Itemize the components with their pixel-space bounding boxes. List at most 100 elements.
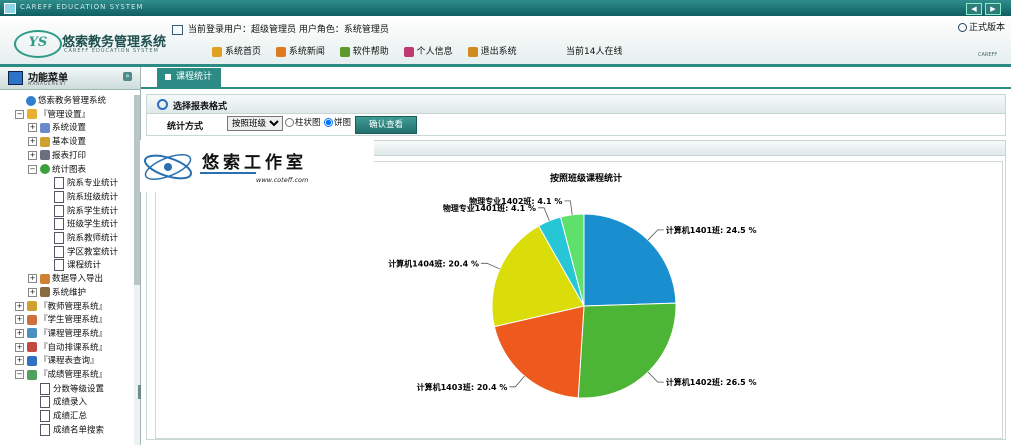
collapse-node-icon[interactable]: − bbox=[15, 109, 24, 119]
expand-icon[interactable]: + bbox=[15, 356, 24, 366]
document-icon bbox=[54, 177, 64, 190]
nav-profile[interactable]: 个人信息 bbox=[403, 46, 453, 57]
menu-item[interactable]: + 报表打印 bbox=[28, 150, 86, 163]
expand-icon[interactable]: + bbox=[28, 137, 37, 147]
expand-icon[interactable]: + bbox=[28, 287, 37, 297]
expand-icon[interactable]: + bbox=[15, 328, 24, 338]
leader-line bbox=[647, 229, 664, 241]
menu-item[interactable]: + 数据导入导出 bbox=[28, 273, 103, 286]
menu-item[interactable]: 班级学生统计 bbox=[54, 218, 118, 231]
menu-item[interactable]: 分数等级设置 bbox=[40, 382, 104, 396]
menu-item[interactable]: + 『自动排课系统』 bbox=[15, 342, 107, 355]
menu-item[interactable]: 院系学生统计 bbox=[54, 204, 119, 218]
menu-item[interactable]: 院系教师统计 bbox=[54, 232, 118, 245]
menu-item-label: 成绩名单搜索 bbox=[53, 425, 105, 436]
leader-line bbox=[564, 200, 573, 215]
menu-item[interactable]: 院系专业统计 bbox=[54, 177, 118, 190]
menu-item[interactable]: 院系班级统计 bbox=[54, 190, 118, 204]
document-icon bbox=[40, 410, 50, 423]
menu-item-label: 『管理设置』 bbox=[39, 109, 91, 120]
expand-icon[interactable]: + bbox=[15, 315, 24, 325]
document-icon bbox=[54, 190, 64, 203]
menu-item[interactable]: 学区教室统计 bbox=[54, 245, 118, 259]
radio-bar-chart[interactable]: 柱状图 bbox=[285, 116, 321, 128]
menu-item[interactable]: − 『成绩管理系统』 bbox=[15, 369, 107, 382]
collapse-node-icon[interactable]: − bbox=[15, 370, 24, 379]
pie-slice[interactable] bbox=[583, 213, 677, 307]
expand-icon[interactable]: + bbox=[15, 342, 24, 352]
tab-bar: 课程统计 bbox=[141, 67, 1011, 89]
printer-icon bbox=[40, 150, 50, 161]
expand-icon[interactable]: + bbox=[28, 150, 37, 160]
menu-item[interactable]: − 统计图表 bbox=[28, 164, 86, 177]
expand-icon[interactable]: + bbox=[28, 274, 37, 284]
profile-icon bbox=[403, 46, 414, 57]
menu-item[interactable]: + 系统设置 bbox=[28, 122, 86, 135]
window-titlebar: CAREFF EDUCATION SYSTEM ◀ ▶ bbox=[0, 0, 1011, 16]
info-icon bbox=[958, 23, 967, 32]
atom-logo-icon bbox=[144, 153, 192, 181]
folder-icon bbox=[27, 109, 37, 120]
leader-line bbox=[480, 262, 500, 270]
menu-item-label: 基本设置 bbox=[52, 137, 87, 148]
document-icon bbox=[54, 232, 64, 244]
menu-item-label: 院系学生统计 bbox=[67, 206, 119, 217]
nav-logout[interactable]: 退出系统 bbox=[467, 46, 517, 57]
settings-icon bbox=[40, 122, 50, 133]
online-count: 当前14人在线 bbox=[566, 47, 623, 57]
current-user-info: 当前登录用户：超级管理员 用户角色：系统管理员 bbox=[172, 22, 389, 35]
current-user-text: 当前登录用户：超级管理员 用户角色：系统管理员 bbox=[188, 25, 389, 35]
window-icon bbox=[4, 3, 16, 14]
radio-bar-input[interactable] bbox=[285, 118, 294, 127]
menu-item-label: 系统维护 bbox=[52, 287, 87, 298]
stat-method-label: 统计方式 bbox=[167, 122, 204, 132]
expand-icon[interactable]: + bbox=[15, 301, 24, 311]
radio-pie-input[interactable] bbox=[324, 118, 333, 127]
collapse-icon[interactable]: » bbox=[123, 72, 132, 81]
menu-item-label: 统计图表 bbox=[52, 164, 87, 175]
menu-header: 功能菜单 MANAGEMENT » bbox=[0, 67, 140, 90]
stat-method-select[interactable]: 按照班级 bbox=[227, 116, 283, 131]
menu-item[interactable]: + 『课程管理系统』 bbox=[15, 328, 107, 341]
menu-item[interactable]: 成绩录入 bbox=[40, 396, 87, 409]
watermark-logo: 悠索工作室 www.coteff.com bbox=[140, 140, 374, 192]
tab-course-stats[interactable]: 课程统计 bbox=[157, 68, 221, 87]
menu-item[interactable]: + 『学生管理系统』 bbox=[15, 314, 107, 327]
radio-pie-chart[interactable]: 饼图 bbox=[324, 116, 351, 128]
document-icon bbox=[54, 204, 64, 217]
grades-icon bbox=[27, 369, 37, 380]
panel-title: 选择报表格式 bbox=[173, 102, 228, 112]
help-icon bbox=[339, 46, 350, 57]
menu-item[interactable]: 课程统计 bbox=[54, 259, 101, 272]
menu-item-label: 院系专业统计 bbox=[67, 178, 119, 189]
pie-slice[interactable] bbox=[577, 302, 677, 399]
search-icon bbox=[27, 355, 37, 366]
maintenance-icon bbox=[40, 287, 50, 298]
forward-arrow-icon[interactable]: ▶ bbox=[985, 3, 1001, 15]
top-nav: 系统首页 系统新闻 软件帮助 个人信息 退出系统 bbox=[212, 44, 529, 57]
confirm-view-button[interactable]: 确认查看 bbox=[355, 116, 417, 134]
panel-splitter[interactable] bbox=[138, 385, 141, 399]
leader-line bbox=[538, 207, 550, 221]
nav-news[interactable]: 系统新闻 bbox=[275, 46, 325, 57]
nav-help[interactable]: 软件帮助 bbox=[339, 46, 389, 57]
menu-item-label: 『课程表查询』 bbox=[39, 356, 99, 367]
menu-item[interactable]: + 『课程表查询』 bbox=[15, 355, 99, 368]
back-arrow-icon[interactable]: ◀ bbox=[966, 3, 982, 15]
menu-item[interactable]: + 系统维护 bbox=[28, 287, 86, 300]
menu-item[interactable]: + 基本设置 bbox=[28, 136, 86, 149]
collapse-node-icon[interactable]: − bbox=[28, 164, 37, 174]
menu-item[interactable]: 悠索教务管理系统 bbox=[26, 95, 106, 108]
nav-home[interactable]: 系统首页 bbox=[212, 46, 261, 57]
app-header: YS 悠索教务管理系统 CAREFF EDUCATION SYSTEM 当前登录… bbox=[0, 16, 1011, 67]
menu-icon bbox=[8, 71, 23, 85]
chart-title: 按照班级课程统计 bbox=[550, 172, 622, 184]
menu-item[interactable]: + 『教师管理系统』 bbox=[15, 301, 107, 314]
menu-item[interactable]: 成绩汇总 bbox=[40, 410, 87, 423]
menu-item[interactable]: 成绩名单搜索 bbox=[40, 423, 105, 437]
menu-item-label: 『成绩管理系统』 bbox=[39, 370, 108, 380]
watermark-line bbox=[200, 172, 256, 174]
menu-item[interactable]: − 『管理设置』 bbox=[15, 109, 90, 122]
slice-label: 计算机1401班: 24.5 % bbox=[666, 225, 757, 235]
expand-icon[interactable]: + bbox=[28, 123, 37, 133]
